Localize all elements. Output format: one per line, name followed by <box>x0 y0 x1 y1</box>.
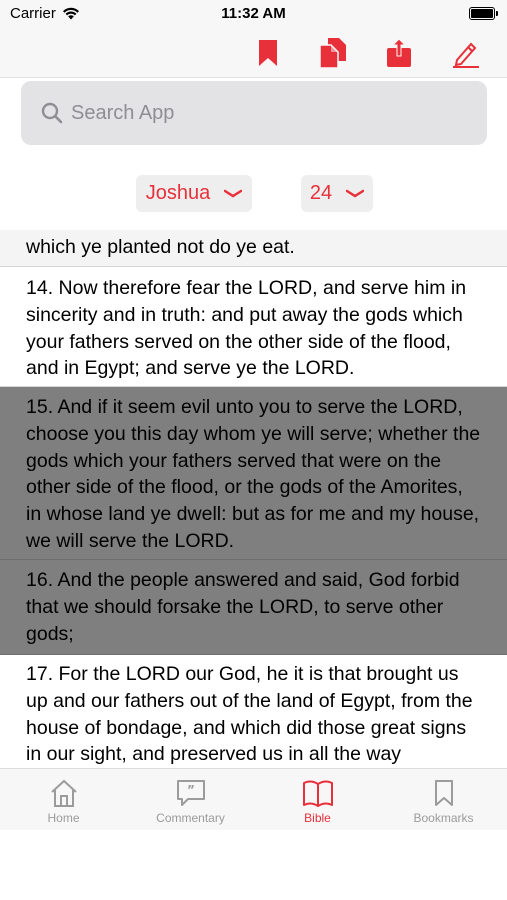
bookmark-button[interactable] <box>251 36 285 70</box>
verse-text: 16. And the people answered and said, Go… <box>26 569 460 645</box>
copy-icon <box>319 38 346 69</box>
tab-commentary[interactable]: ” Commentary <box>127 769 254 831</box>
bookmarks-icon <box>434 780 453 806</box>
tab-label: Home <box>47 811 80 825</box>
verse-text: 14. Now therefore fear the LORD, and ser… <box>26 277 467 380</box>
verse-row[interactable]: which ye planted not do ye eat. <box>0 230 507 267</box>
tab-home[interactable]: Home <box>0 769 127 831</box>
verse-text: which ye planted not do ye eat. <box>26 236 295 258</box>
book-picker[interactable]: Joshua <box>136 175 252 212</box>
chapter-picker[interactable]: 24 <box>301 175 373 212</box>
tab-bar: Home ” Commentary Bible Bookmarks <box>0 768 507 830</box>
home-icon <box>50 779 77 807</box>
verse-text: 15. And if it seem evil unto you to serv… <box>26 396 481 552</box>
status-bar: Carrier 11:32 AM <box>0 0 507 28</box>
verse-list[interactable]: which ye planted not do ye eat. 14. Now … <box>0 230 507 768</box>
search-placeholder: Search App <box>71 101 175 124</box>
tab-label: Commentary <box>156 811 225 825</box>
copy-button[interactable] <box>316 36 350 70</box>
chevron-down-icon <box>224 189 243 197</box>
edit-icon <box>453 42 479 68</box>
commentary-icon: ” <box>176 780 205 806</box>
edit-button[interactable] <box>449 36 483 70</box>
share-icon <box>387 38 411 67</box>
bookmark-icon <box>259 40 277 66</box>
chapter-picker-label: 24 <box>309 182 333 204</box>
search-icon <box>41 102 63 124</box>
bible-icon <box>302 780 333 807</box>
tab-label: Bookmarks <box>413 811 474 825</box>
battery-icon <box>469 7 498 20</box>
verse-text: 17. For the LORD our God, he it is that … <box>26 663 473 766</box>
svg-text:”: ” <box>187 783 195 797</box>
tab-bible[interactable]: Bible <box>254 769 381 831</box>
search-input[interactable]: Search App <box>21 81 487 145</box>
verse-row-selected[interactable]: 16. And the people answered and said, Go… <box>0 560 507 655</box>
status-time: 11:32 AM <box>221 5 286 22</box>
search-area: Search App Joshua 24 <box>0 78 507 230</box>
book-picker-label: Joshua <box>145 182 211 204</box>
verse-row[interactable]: 14. Now therefore fear the LORD, and ser… <box>0 267 507 387</box>
tab-bookmarks[interactable]: Bookmarks <box>380 769 507 831</box>
chevron-down-icon <box>346 189 365 197</box>
top-toolbar <box>0 28 507 78</box>
verse-row[interactable]: 17. For the LORD our God, he it is that … <box>0 655 507 768</box>
share-button[interactable] <box>382 36 416 70</box>
verse-row-selected[interactable]: 15. And if it seem evil unto you to serv… <box>0 387 507 560</box>
tab-label: Bible <box>304 811 331 825</box>
